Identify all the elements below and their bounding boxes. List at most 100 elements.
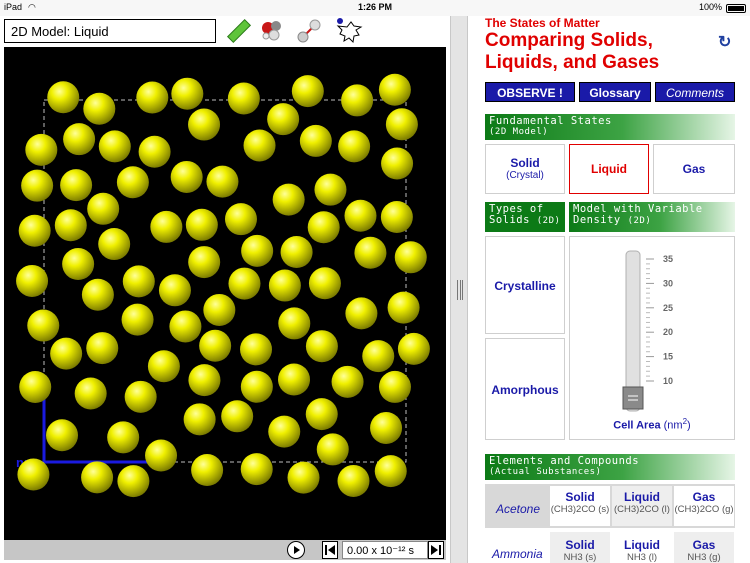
state-gas-button[interactable]: Gas [653,144,735,194]
particle [83,92,116,125]
model-title[interactable]: 2D Model: Liquid [4,19,216,43]
particle [291,75,324,108]
particle [50,337,83,370]
particle [337,464,370,497]
particle [354,236,387,269]
crystalline-button[interactable]: Crystalline [485,236,565,334]
slider-tick-label: 10 [663,376,673,386]
fundamental-title: Fundamental States [489,115,612,127]
particle [188,246,221,279]
density-slider-panel: 35 30 25 20 15 10 Cell Area (nm2) [569,236,735,440]
grip-icon[interactable] [457,280,463,300]
particle [183,403,216,436]
slider-tick-label: 20 [663,327,673,337]
particle [121,303,154,336]
state-gas-label: Gas [682,162,706,176]
particle [397,332,430,365]
caption-text: Cell Area [613,419,661,432]
particle [158,274,191,307]
particle [191,454,224,487]
particle [299,124,332,157]
particle [305,330,338,363]
step-forward-button[interactable] [428,541,444,559]
particle [268,415,301,448]
particle [243,129,276,162]
particle [18,214,51,247]
molecule-icon[interactable] [258,16,288,46]
cell-area-slider[interactable]: 35 30 25 20 15 10 [570,241,734,421]
ammonia-solid-button[interactable]: Solid NH3 (s) [550,532,610,563]
amorphous-button[interactable]: Amorphous [485,338,565,440]
particle [98,130,131,163]
ammonia-solid-formula: NH3 (s) [563,552,597,563]
particle [116,166,149,199]
split-divider[interactable] [450,16,468,563]
acetone-solid-label: Solid [565,490,595,504]
particle [268,269,301,302]
acetone-solid-button[interactable]: Solid (CH3)2CO (s) [550,486,610,526]
glossary-button[interactable]: Glossary [579,82,651,102]
particle [199,329,232,362]
refresh-icon[interactable]: ↻ [718,32,731,52]
comments-button[interactable]: Comments [655,82,735,102]
particle [267,103,300,136]
particle [378,73,411,106]
particle [169,310,202,343]
particle [307,211,340,244]
particle [280,236,313,269]
clock: 1:26 PM [357,2,392,12]
particle [124,380,157,413]
particle [25,133,58,166]
particle [344,199,377,232]
play-button[interactable] [287,541,305,559]
particle [221,400,254,433]
amorphous-label: Amorphous [491,383,559,397]
particle [316,433,349,466]
particle [331,365,364,398]
types-sub: (2D) [536,216,561,226]
particle [338,130,371,163]
particle [227,82,260,115]
acetone-gas-button[interactable]: Gas (CH3)2CO (g) [674,486,734,526]
ammonia-liquid-formula: NH3 (l) [626,552,658,563]
simulation-panel: 2D Model: Liquid 0.00 x 10⁻¹² s [0,16,450,563]
particle [98,228,131,261]
elements-title: Elements and Compounds [489,455,640,467]
state-liquid-button[interactable]: Liquid [569,144,649,194]
particle [188,108,221,141]
state-solid-button[interactable]: Solid (Crystal) [485,144,565,194]
particle [185,208,218,241]
particle [278,307,311,340]
slider-tick-label: 25 [663,303,673,313]
step-back-button[interactable] [322,541,338,559]
particle [241,234,274,267]
slider-tick-label: 35 [663,254,673,264]
particle [46,419,79,452]
particle [370,411,403,444]
atom-pair-icon[interactable] [294,16,324,46]
particle [63,123,96,156]
observe-button[interactable]: OBSERVE ! [485,82,575,102]
particle [362,340,395,373]
particle [314,173,347,206]
types-of-solids-header: Types of Solids (2D) [485,202,565,232]
particle [17,458,50,491]
acetone-liquid-button[interactable]: Liquid (CH3)2CO (l) [612,486,672,526]
particle [27,309,60,342]
polymer-icon[interactable] [332,16,363,46]
ammonia-liquid-label: Liquid [624,538,660,552]
status-bar: iPad ◠ 1:26 PM 100% [0,0,750,16]
info-panel: The States of Matter Comparing Solids, L… [468,16,750,563]
ammonia-gas-button[interactable]: Gas NH3 (g) [674,532,734,563]
particle [107,421,140,454]
simulation-canvas[interactable]: nm [4,47,446,540]
particle [54,209,87,242]
ammonia-solid-label: Solid [565,538,595,552]
row-ammonia-label: Ammonia [492,547,543,561]
ammonia-liquid-button[interactable]: Liquid NH3 (l) [612,532,672,563]
particle [136,81,169,114]
ruler-icon[interactable] [224,16,254,46]
slider-thumb [622,386,644,410]
particle [81,461,114,494]
density-sub: (2D) [627,216,652,226]
